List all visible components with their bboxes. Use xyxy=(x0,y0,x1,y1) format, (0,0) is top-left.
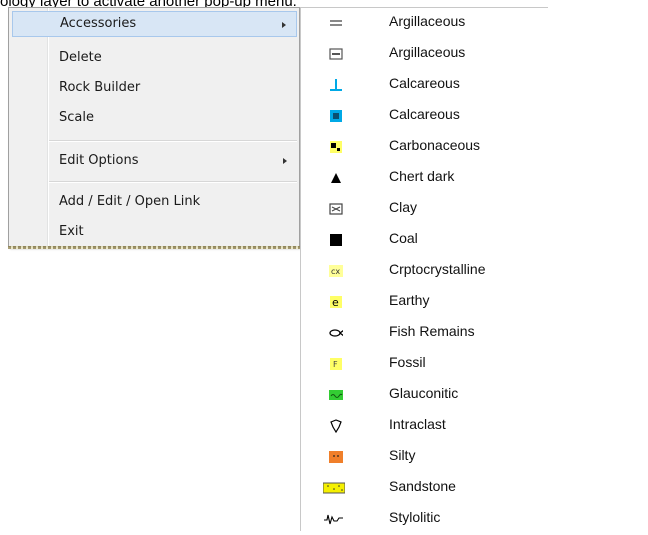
submenu-item-label: Glauconitic xyxy=(389,385,459,401)
glauconitic-icon xyxy=(329,388,343,402)
menu-item-scale[interactable]: Scale xyxy=(11,105,297,131)
submenu-item-label: Fish Remains xyxy=(389,323,475,339)
menu-item-label: Accessories xyxy=(60,16,137,31)
submenu-item-label: Clay xyxy=(389,199,418,215)
accessories-submenu: Argillaceous Argillaceous Calcareous Cal… xyxy=(300,7,548,531)
layer-boundary-line xyxy=(8,246,300,249)
submenu-item-argillaceous-2[interactable]: Argillaceous xyxy=(301,39,547,70)
submenu-item-fossil[interactable]: F Fossil xyxy=(301,349,547,380)
submenu-item-crptocrystalline[interactable]: cx Crptocrystalline xyxy=(301,256,547,287)
submenu-item-fish-remains[interactable]: Fish Remains xyxy=(301,318,547,349)
menu-item-delete[interactable]: Delete xyxy=(11,45,297,71)
menu-item-label: Rock Builder xyxy=(59,80,141,95)
argillaceous-box-icon xyxy=(329,47,343,61)
menu-item-exit[interactable]: Exit xyxy=(11,219,297,245)
submenu-item-sandstone[interactable]: Sandstone xyxy=(301,473,547,504)
submenu-item-argillaceous[interactable]: Argillaceous xyxy=(301,8,547,39)
menu-item-label: Add / Edit / Open Link xyxy=(59,194,201,209)
svg-text:e: e xyxy=(332,296,339,309)
sandstone-icon xyxy=(323,481,345,495)
menu-separator xyxy=(49,140,297,142)
submenu-item-label: Carbonaceous xyxy=(389,137,481,153)
submenu-arrow-icon xyxy=(283,158,287,164)
carbonaceous-icon xyxy=(329,140,343,154)
submenu-item-label: Argillaceous xyxy=(389,44,466,60)
submenu-item-stylolitic[interactable]: Stylolitic xyxy=(301,504,547,535)
context-menu: Accessories Delete Rock Builder Scale Ed… xyxy=(8,7,300,247)
submenu-item-earthy[interactable]: e Earthy xyxy=(301,287,547,318)
fish-icon xyxy=(329,326,343,340)
submenu-item-label: Sandstone xyxy=(389,478,456,494)
submenu-item-calcareous-2[interactable]: Calcareous xyxy=(301,101,547,132)
menu-item-rock-builder[interactable]: Rock Builder xyxy=(11,75,297,101)
calcareous-t-icon xyxy=(329,78,343,92)
svg-text:cx: cx xyxy=(331,267,340,276)
submenu-item-label: Calcareous xyxy=(389,75,460,91)
silty-icon xyxy=(329,450,343,464)
stylolitic-icon xyxy=(323,512,345,526)
submenu-item-label: Calcareous xyxy=(389,106,460,122)
menu-item-edit-options[interactable]: Edit Options xyxy=(11,148,297,174)
triangle-icon xyxy=(329,171,343,185)
submenu-arrow-icon xyxy=(282,22,286,28)
argillaceous-dash-icon xyxy=(329,16,343,30)
clay-icon xyxy=(329,202,343,216)
menu-item-label: Delete xyxy=(59,50,102,65)
submenu-item-coal[interactable]: Coal xyxy=(301,225,547,256)
submenu-item-carbonaceous[interactable]: Carbonaceous xyxy=(301,132,547,163)
submenu-item-label: Argillaceous xyxy=(389,13,466,29)
submenu-item-label: Chert dark xyxy=(389,168,455,184)
submenu-item-label: Crptocrystalline xyxy=(389,261,486,277)
menu-separator xyxy=(49,181,297,183)
submenu-item-label: Fossil xyxy=(389,354,426,370)
cryptocrystalline-icon: cx xyxy=(329,264,343,278)
earthy-e-icon: e xyxy=(329,295,343,309)
submenu-item-label: Earthy xyxy=(389,292,430,308)
calcareous-box-icon xyxy=(329,109,343,123)
submenu-item-silty[interactable]: Silty xyxy=(301,442,547,473)
submenu-item-label: Stylolitic xyxy=(389,509,441,525)
submenu-item-clay[interactable]: Clay xyxy=(301,194,547,225)
fossil-f-icon: F xyxy=(329,357,343,371)
menu-item-add-edit-open-link[interactable]: Add / Edit / Open Link xyxy=(11,189,297,215)
submenu-item-label: Coal xyxy=(389,230,418,246)
submenu-item-label: Intraclast xyxy=(389,416,446,432)
intraclast-icon xyxy=(329,419,343,433)
menu-item-label: Exit xyxy=(59,224,84,239)
submenu-item-chert-dark[interactable]: Chert dark xyxy=(301,163,547,194)
submenu-item-intraclast[interactable]: Intraclast xyxy=(301,411,547,442)
submenu-item-calcareous[interactable]: Calcareous xyxy=(301,70,547,101)
menu-item-accessories[interactable]: Accessories xyxy=(12,11,297,37)
menu-item-label: Edit Options xyxy=(59,153,139,168)
menu-item-label: Scale xyxy=(59,110,94,125)
black-square-icon xyxy=(329,233,343,247)
svg-text:F: F xyxy=(333,360,338,369)
submenu-item-label: Silty xyxy=(389,447,416,463)
submenu-item-glauconitic[interactable]: Glauconitic xyxy=(301,380,547,411)
